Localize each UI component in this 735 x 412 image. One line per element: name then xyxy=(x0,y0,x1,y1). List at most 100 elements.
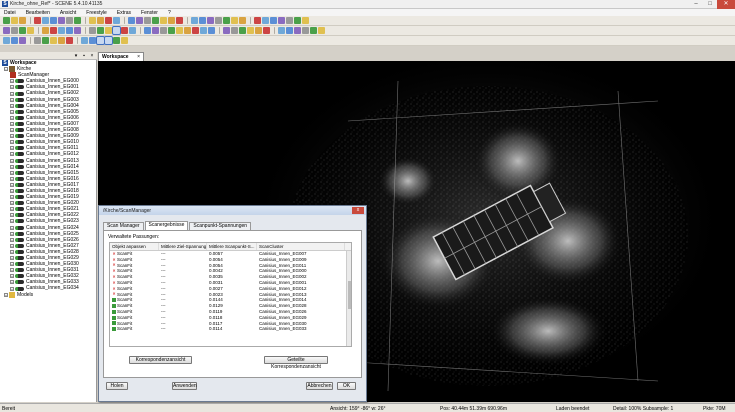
expand-icon[interactable]: + xyxy=(10,243,14,248)
expand-icon[interactable]: + xyxy=(10,237,14,242)
panel-pin-icon[interactable]: ▪ xyxy=(81,53,87,59)
pin-icon[interactable]: ▾ xyxy=(73,53,79,59)
expand-icon[interactable]: + xyxy=(10,268,14,273)
toolbar-tool-icon[interactable] xyxy=(66,37,73,44)
tab-workspace[interactable]: Workspace × xyxy=(98,52,144,61)
toolbar-tool-icon[interactable] xyxy=(231,27,238,34)
expand-icon[interactable]: + xyxy=(10,195,14,200)
expand-icon[interactable]: + xyxy=(10,134,14,139)
menu-ansicht[interactable]: Ansicht xyxy=(60,10,76,16)
toolbar-tool-icon[interactable] xyxy=(286,27,293,34)
toolbar-tool-icon[interactable] xyxy=(184,27,191,34)
expand-icon[interactable]: + xyxy=(10,207,14,212)
collapse-icon[interactable]: − xyxy=(4,67,8,72)
toolbar-tool-icon[interactable] xyxy=(318,27,325,34)
anwenden-button[interactable]: Anwenden xyxy=(172,382,197,390)
expand-icon[interactable]: + xyxy=(10,91,14,96)
toolbar-tool-icon[interactable] xyxy=(3,37,10,44)
toolbar-tool-icon[interactable] xyxy=(152,27,159,34)
toolbar-tool-icon[interactable] xyxy=(105,27,112,34)
toolbar-tool-icon[interactable] xyxy=(27,27,34,34)
expand-icon[interactable]: + xyxy=(10,79,14,84)
expand-icon[interactable]: + xyxy=(10,262,14,267)
expand-icon[interactable]: + xyxy=(10,249,14,254)
geteilte-korrespondenzansicht-button[interactable]: Geteilte Korrespondenzansicht xyxy=(264,356,328,370)
toolbar-tool-icon[interactable] xyxy=(104,36,113,45)
toolbar-tool-icon[interactable] xyxy=(34,17,41,24)
menu-datei[interactable]: Datei xyxy=(4,10,16,16)
toolbar-tool-icon[interactable] xyxy=(3,27,10,34)
toolbar-tool-icon[interactable] xyxy=(199,17,206,24)
expand-icon[interactable]: + xyxy=(10,274,14,279)
holen-button[interactable]: Holen xyxy=(106,382,128,390)
toolbar-tool-icon[interactable] xyxy=(231,17,238,24)
toolbar-tool-icon[interactable] xyxy=(121,27,128,34)
tab-scan-manager[interactable]: Scan Manager xyxy=(103,222,144,230)
toolbar-tool-icon[interactable] xyxy=(128,17,135,24)
toolbar-tool-icon[interactable] xyxy=(58,17,65,24)
maximize-button[interactable]: □ xyxy=(703,0,717,9)
toolbar-tool-icon[interactable] xyxy=(168,27,175,34)
toolbar-tool-icon[interactable] xyxy=(50,27,57,34)
expand-icon[interactable]: + xyxy=(10,115,14,120)
expand-icon[interactable]: + xyxy=(10,256,14,261)
toolbar-tool-icon[interactable] xyxy=(255,27,262,34)
toolbar-tool-icon[interactable] xyxy=(42,17,49,24)
expand-icon[interactable]: + xyxy=(10,158,14,163)
toolbar-tool-icon[interactable] xyxy=(263,27,270,34)
toolbar-tool-icon[interactable] xyxy=(74,17,81,24)
expand-icon[interactable]: + xyxy=(10,128,14,133)
toolbar-tool-icon[interactable] xyxy=(215,17,222,24)
toolbar-tool-icon[interactable] xyxy=(50,37,57,44)
expand-icon[interactable]: + xyxy=(10,164,14,169)
table-row[interactable]: ScanFit --- 0.0114 Canisius_Innen_EG033 xyxy=(110,326,351,332)
toolbar-tool-icon[interactable] xyxy=(50,17,57,24)
toolbar-tool-icon[interactable] xyxy=(19,17,26,24)
toolbar-tool-icon[interactable] xyxy=(129,27,136,34)
expand-icon[interactable]: + xyxy=(4,292,8,297)
expand-icon[interactable]: + xyxy=(10,286,14,291)
abbrechen-button[interactable]: Abbrechen xyxy=(306,382,333,390)
toolbar-tool-icon[interactable] xyxy=(302,17,309,24)
toolbar-tool-icon[interactable] xyxy=(270,17,277,24)
toolbar-tool-icon[interactable] xyxy=(113,37,120,44)
tab-scanergebnisse[interactable]: Scanergebnisse xyxy=(144,221,189,230)
toolbar-tool-icon[interactable] xyxy=(152,17,159,24)
menu-bearbeiten[interactable]: Bearbeiten xyxy=(26,10,50,16)
scroll-thumb[interactable] xyxy=(348,281,351,309)
toolbar-tool-icon[interactable] xyxy=(208,27,215,34)
korrespondenzansicht-button[interactable]: Korrespondenzansicht xyxy=(129,356,192,364)
menu-help[interactable]: ? xyxy=(168,10,171,16)
toolbar-tool-icon[interactable] xyxy=(66,17,73,24)
toolbar-tool-icon[interactable] xyxy=(96,36,105,45)
expand-icon[interactable]: + xyxy=(10,121,14,126)
toolbar-tool-icon[interactable] xyxy=(278,17,285,24)
expand-icon[interactable]: + xyxy=(10,140,14,145)
expand-icon[interactable]: + xyxy=(10,182,14,187)
toolbar-tool-icon[interactable] xyxy=(42,37,49,44)
toolbar-tool-icon[interactable] xyxy=(97,17,104,24)
toolbar-tool-icon[interactable] xyxy=(294,17,301,24)
toolbar-tool-icon[interactable] xyxy=(19,37,26,44)
toolbar-tool-icon[interactable] xyxy=(302,27,309,34)
expand-icon[interactable]: + xyxy=(10,225,14,230)
ok-button[interactable]: OK xyxy=(337,382,356,390)
toolbar-tool-icon[interactable] xyxy=(11,27,18,34)
toolbar-tool-icon[interactable] xyxy=(3,17,10,24)
toolbar-tool-icon[interactable] xyxy=(97,27,104,34)
expand-icon[interactable]: + xyxy=(10,280,14,285)
toolbar-tool-icon[interactable] xyxy=(176,17,183,24)
toolbar-tool-icon[interactable] xyxy=(144,27,151,34)
expand-icon[interactable]: + xyxy=(10,109,14,114)
toolbar-tool-icon[interactable] xyxy=(144,17,151,24)
toolbar-tool-icon[interactable] xyxy=(254,17,261,24)
toolbar-tool-icon[interactable] xyxy=(121,37,128,44)
toolbar-tool-icon[interactable] xyxy=(11,37,18,44)
toolbar-tool-icon[interactable] xyxy=(200,27,207,34)
toolbar-tool-icon[interactable] xyxy=(89,37,96,44)
column-header[interactable]: Objekt anpassen xyxy=(110,243,159,250)
close-tab-icon[interactable]: × xyxy=(137,54,140,60)
expand-icon[interactable]: + xyxy=(10,231,14,236)
toolbar-tool-icon[interactable] xyxy=(74,27,81,34)
toolbar-tool-icon[interactable] xyxy=(160,27,167,34)
